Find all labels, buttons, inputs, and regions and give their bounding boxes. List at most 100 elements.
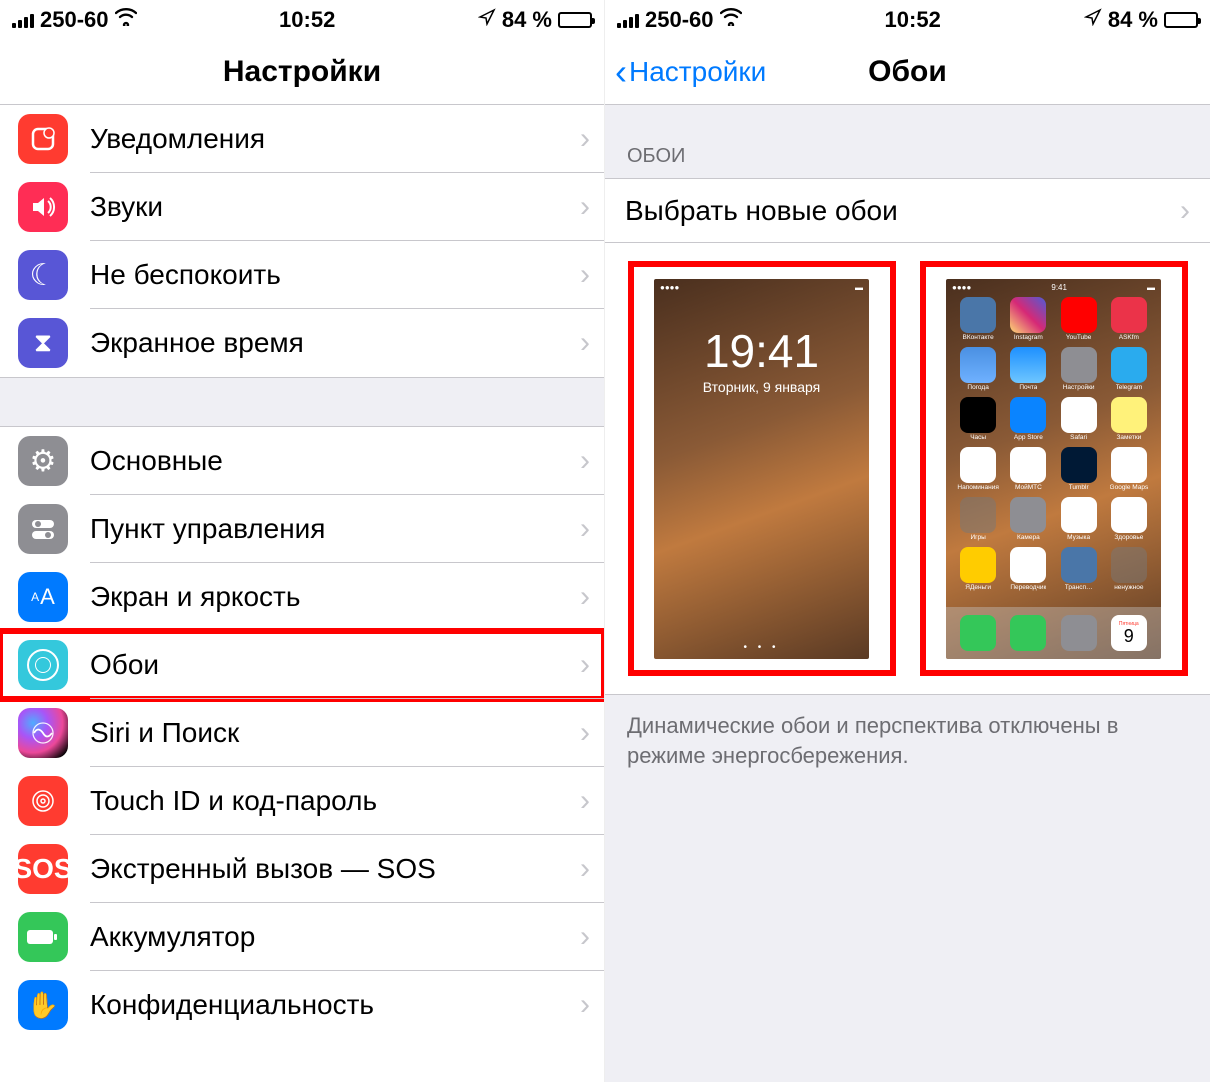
app-icon: Здоровье bbox=[1107, 497, 1151, 541]
app-icon: Камера bbox=[1006, 497, 1050, 541]
settings-row-general[interactable]: ⚙ Основные› bbox=[0, 427, 604, 495]
battery-icon bbox=[558, 12, 592, 28]
flower-icon bbox=[18, 640, 68, 690]
footnote: Динамические обои и перспектива отключен… bbox=[605, 695, 1210, 786]
chevron-right-icon: › bbox=[580, 852, 590, 886]
settings-row-wallpaper[interactable]: Обои› bbox=[0, 631, 604, 699]
location-icon bbox=[1084, 8, 1102, 32]
chevron-right-icon: › bbox=[580, 444, 590, 478]
settings-group-1: Уведомления›Звуки›☾Не беспокоить›⧗Экранн… bbox=[0, 105, 604, 377]
chevron-left-icon: ‹ bbox=[615, 54, 627, 90]
settings-row-siri[interactable]: Siri и Поиск› bbox=[0, 699, 604, 767]
app-icon: Музыка bbox=[1057, 497, 1101, 541]
lock-date: Вторник, 9 января bbox=[654, 379, 869, 395]
siri-icon bbox=[18, 708, 68, 758]
hourglass-icon: ⧗ bbox=[18, 318, 68, 368]
settings-group-2: ⚙Основные›Пункт управления›AAЭкран и ярк… bbox=[0, 427, 604, 1039]
settings-row-label: Основные bbox=[90, 445, 580, 477]
settings-row-display[interactable]: AAЭкран и яркость› bbox=[0, 563, 604, 631]
settings-row-label: Экстренный вызов — SOS bbox=[90, 853, 580, 885]
chevron-right-icon: › bbox=[580, 716, 590, 750]
text-size-icon: AA bbox=[18, 572, 68, 622]
chevron-right-icon: › bbox=[1180, 194, 1190, 228]
settings-row-label: Аккумулятор bbox=[90, 921, 580, 953]
moon-icon: ☾ bbox=[18, 250, 68, 300]
app-icon: Google Maps bbox=[1107, 447, 1151, 491]
chevron-right-icon: › bbox=[580, 258, 590, 292]
clock-label: 10:52 bbox=[279, 7, 335, 33]
navbar: ‹ Настройки Обои bbox=[605, 40, 1210, 105]
back-button[interactable]: ‹ Настройки bbox=[615, 54, 766, 90]
settings-row-screentime[interactable]: ⧗ Экранное время› bbox=[0, 309, 604, 377]
app-icon: Telegram bbox=[1107, 347, 1151, 391]
page-title: Настройки bbox=[223, 55, 381, 89]
settings-row-label: Пункт управления bbox=[90, 513, 580, 545]
dock-calendar-icon: Пятница9 bbox=[1111, 615, 1147, 651]
section-header: ОБОИ bbox=[605, 105, 1210, 179]
chevron-right-icon: › bbox=[580, 326, 590, 360]
chevron-right-icon: › bbox=[580, 784, 590, 818]
settings-row-battery[interactable]: Аккумулятор› bbox=[0, 903, 604, 971]
settings-row-label: Не беспокоить bbox=[90, 259, 580, 291]
status-bar: 250-60 10:52 84 % bbox=[0, 0, 604, 40]
app-icon: ненужное bbox=[1107, 547, 1151, 591]
carrier-label: 250-60 bbox=[645, 7, 714, 33]
settings-row-touchid[interactable]: Touch ID и код-пароль› bbox=[0, 767, 604, 835]
app-icon: Заметки bbox=[1107, 397, 1151, 441]
app-icon: Tumblr bbox=[1057, 447, 1101, 491]
app-icon: YouTube bbox=[1057, 297, 1101, 341]
settings-row-sounds[interactable]: Звуки› bbox=[0, 173, 604, 241]
gear-icon: ⚙ bbox=[18, 436, 68, 486]
settings-row-sos[interactable]: SOS Экстренный вызов — SOS› bbox=[0, 835, 604, 903]
chevron-right-icon: › bbox=[580, 190, 590, 224]
cellular-signal-icon bbox=[12, 12, 34, 28]
app-icon: Трансп… bbox=[1057, 547, 1101, 591]
chevron-right-icon: › bbox=[580, 122, 590, 156]
navbar: Настройки bbox=[0, 40, 604, 105]
app-icon: Напоминания bbox=[956, 447, 1000, 491]
app-icon: Instagram bbox=[1006, 297, 1050, 341]
app-icon: Погода bbox=[956, 347, 1000, 391]
lock-time: 19:41 bbox=[654, 324, 869, 378]
battery-pct-label: 84 % bbox=[1108, 7, 1158, 33]
app-icon: ЯДеньги bbox=[956, 547, 1000, 591]
chevron-right-icon: › bbox=[580, 920, 590, 954]
battery-icon bbox=[1164, 12, 1198, 28]
group-separator bbox=[0, 377, 604, 427]
settings-row-label: Уведомления bbox=[90, 123, 580, 155]
settings-row-controlcenter[interactable]: Пункт управления› bbox=[0, 495, 604, 563]
settings-row-dnd[interactable]: ☾ Не беспокоить› bbox=[0, 241, 604, 309]
app-icon: Игры bbox=[956, 497, 1000, 541]
lock-screen-preview[interactable]: ●●●●▬ 19:41 Вторник, 9 января • • • bbox=[628, 261, 896, 676]
sos-icon: SOS bbox=[18, 844, 68, 894]
app-icon: МойМТС bbox=[1006, 447, 1050, 491]
chevron-right-icon: › bbox=[580, 648, 590, 682]
back-label: Настройки bbox=[629, 56, 766, 88]
app-icon: ASKfm bbox=[1107, 297, 1151, 341]
dock-camera-icon bbox=[1061, 615, 1097, 651]
app-icon: App Store bbox=[1006, 397, 1050, 441]
choose-new-wallpaper-row[interactable]: Выбрать новые обои › bbox=[605, 179, 1210, 243]
chevron-right-icon: › bbox=[580, 580, 590, 614]
app-icon: Почта bbox=[1006, 347, 1050, 391]
wallpaper-previews: ●●●●▬ 19:41 Вторник, 9 января • • • ●●●●… bbox=[605, 243, 1210, 695]
dock-messages-icon bbox=[1010, 615, 1046, 651]
screen-wallpaper: 250-60 10:52 84 % ‹ Настройки Обои ОБОИ … bbox=[605, 0, 1210, 1082]
settings-row-label: Звуки bbox=[90, 191, 580, 223]
settings-row-label: Экранное время bbox=[90, 327, 580, 359]
settings-row-label: Конфиденциальность bbox=[90, 989, 580, 1021]
wifi-icon bbox=[115, 8, 137, 32]
carrier-label: 250-60 bbox=[40, 7, 109, 33]
speaker-icon bbox=[18, 182, 68, 232]
settings-row-label: Touch ID и код-пароль bbox=[90, 785, 580, 817]
background-filler bbox=[605, 786, 1210, 1082]
settings-row-privacy[interactable]: ✋Конфиденциальность› bbox=[0, 971, 604, 1039]
settings-row-notifications[interactable]: Уведомления› bbox=[0, 105, 604, 173]
page-title: Обои bbox=[868, 55, 947, 89]
app-icon: ВКонтакте bbox=[956, 297, 1000, 341]
chevron-right-icon: › bbox=[580, 988, 590, 1022]
home-screen-preview[interactable]: ●●●●9:41▬ ВКонтактеInstagramYouTubeASKfm… bbox=[920, 261, 1188, 676]
settings-row-label: Обои bbox=[90, 649, 580, 681]
clock-label: 10:52 bbox=[885, 7, 941, 33]
fingerprint-icon bbox=[18, 776, 68, 826]
